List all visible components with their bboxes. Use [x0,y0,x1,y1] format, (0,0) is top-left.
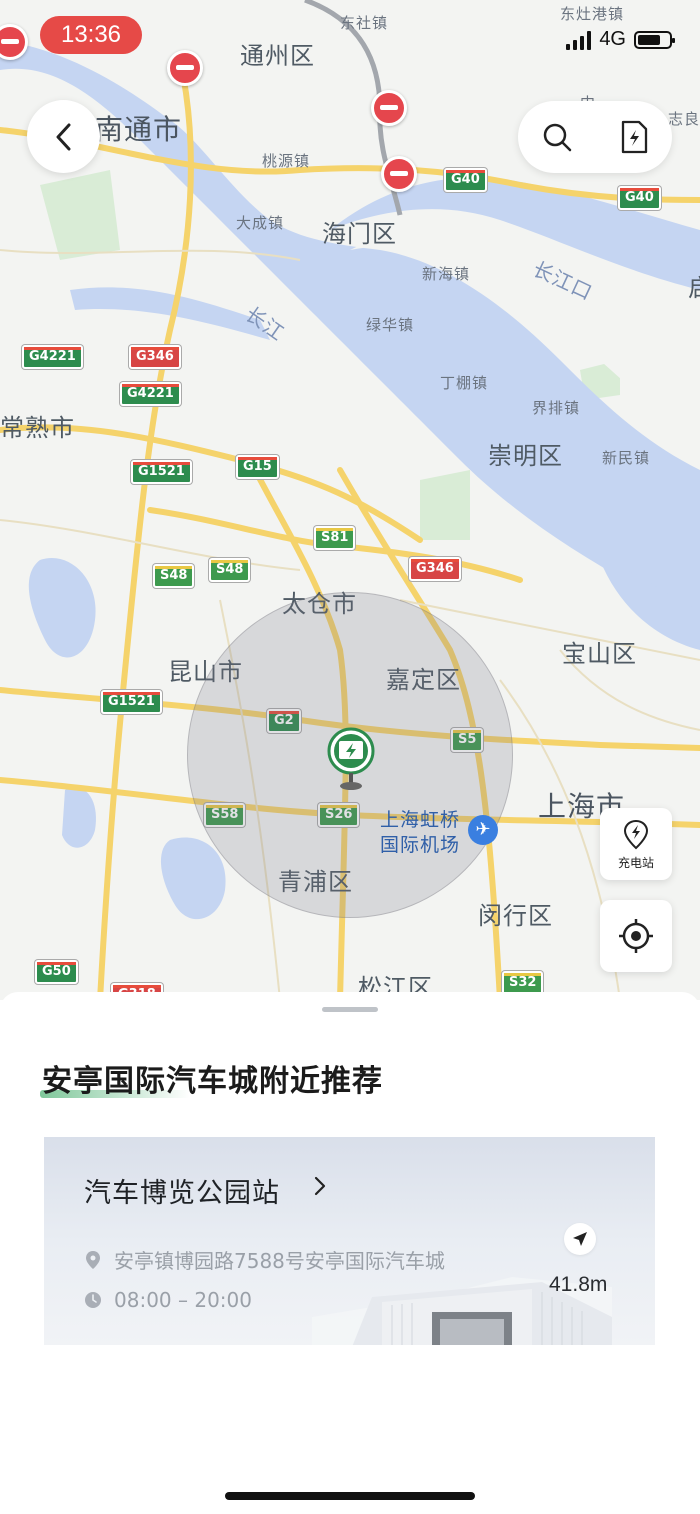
airport-label: 上海虹桥 国际机场 [380,808,460,858]
airport-label-line2: 国际机场 [380,834,461,856]
highway-shield: S81 [314,526,356,550]
place-minhang: 闵行区 [478,902,553,930]
no-entry-icon [381,156,417,192]
station-hours: 08:00 – 20:00 [114,1288,252,1312]
highway-shield: G4221 [22,345,83,369]
place-dingpeng: 丁棚镇 [440,374,489,392]
highway-shield: G15 [236,455,279,479]
highway-shield: G1521 [131,460,192,484]
place-xinmin: 新民镇 [602,449,651,467]
charging-document-icon[interactable] [619,120,649,154]
sheet-title: 安亭国际汽车城附近推荐 [42,1064,383,1099]
charging-station-pin[interactable] [327,727,375,797]
station-address-row: 安亭镇博园路7588号安亭国际汽车城 [84,1245,445,1274]
station-name: 汽车博览公园站 [84,1178,280,1209]
highway-shield: G346 [129,345,181,369]
bottom-sheet: 安亭国际汽车城附近推荐 汽车博览公园站 安亭镇博园路7588号安亭国际汽车城 0… [0,992,700,1514]
network-label: 4G [599,28,626,50]
highway-shield: G40 [444,168,487,192]
chevron-left-icon [56,123,70,150]
navigation-arrow-icon [573,1232,587,1246]
highway-shield: S48 [209,558,251,582]
place-nantong: 南通市 [95,113,183,146]
place-dongzaogang: 东灶港镇 [560,5,625,23]
charging-station-filter-button[interactable]: 充电站 [600,808,672,880]
station-card[interactable]: 汽车博览公园站 安亭镇博园路7588号安亭国际汽车城 08:00 – 20:00… [44,1137,655,1345]
chevron-right-icon [314,1176,326,1196]
no-entry-icon [371,90,407,126]
place-chongming: 崇明区 [488,442,563,470]
place-xinhai: 新海镇 [422,265,471,283]
station-distance: 41.8m [549,1273,608,1296]
status-indicators: 4G [566,28,675,51]
back-button[interactable] [27,100,100,173]
place-taoyuan: 桃源镇 [262,152,311,170]
search-icon[interactable] [541,121,573,153]
locate-me-button[interactable] [600,900,672,972]
station-address: 安亭镇博园路7588号安亭国际汽车城 [114,1249,445,1273]
place-zhijing: 志良 [668,110,700,128]
place-dongshe: 东社镇 [340,14,389,32]
highway-shield: G40 [618,186,661,210]
highway-shield: S48 [153,564,195,588]
map-view[interactable]: 东社镇 东灶港镇 通州区 南通市 桃源镇 大成镇 海门区 新海镇 长江口 长江 … [0,0,700,1000]
airplane-icon: ✈ [468,815,498,845]
charging-pin-icon [623,819,649,849]
place-qi: 启 [688,268,700,303]
highway-shield: G1521 [101,690,162,714]
location-pin-icon [86,1250,100,1269]
place-haimen: 海门区 [322,220,397,248]
battery-icon [634,30,675,49]
highway-shield: G4221 [120,382,181,406]
place-changshu: 常熟市 [0,414,75,442]
home-indicator[interactable] [225,1492,475,1500]
navigate-button[interactable] [564,1223,596,1255]
signal-icon [566,30,592,50]
no-entry-icon [167,50,203,86]
status-time: 13:36 [40,16,142,54]
place-tongzhou: 通州区 [240,42,315,70]
map-top-toolbar [518,101,672,173]
place-jieshang: 界排镇 [532,399,581,417]
place-lvhua: 绿华镇 [366,316,415,334]
place-baoshan: 宝山区 [562,640,637,668]
highway-shield: G50 [35,960,78,984]
charging-station-filter-label: 充电站 [617,855,654,870]
place-dacheng: 大成镇 [236,214,285,232]
crosshair-icon [619,919,653,953]
clock-icon [85,1292,101,1308]
highway-shield: G346 [409,557,461,581]
drag-handle[interactable] [322,1007,378,1012]
station-hours-row: 08:00 – 20:00 [84,1288,252,1312]
airport-label-line1: 上海虹桥 [380,809,461,831]
